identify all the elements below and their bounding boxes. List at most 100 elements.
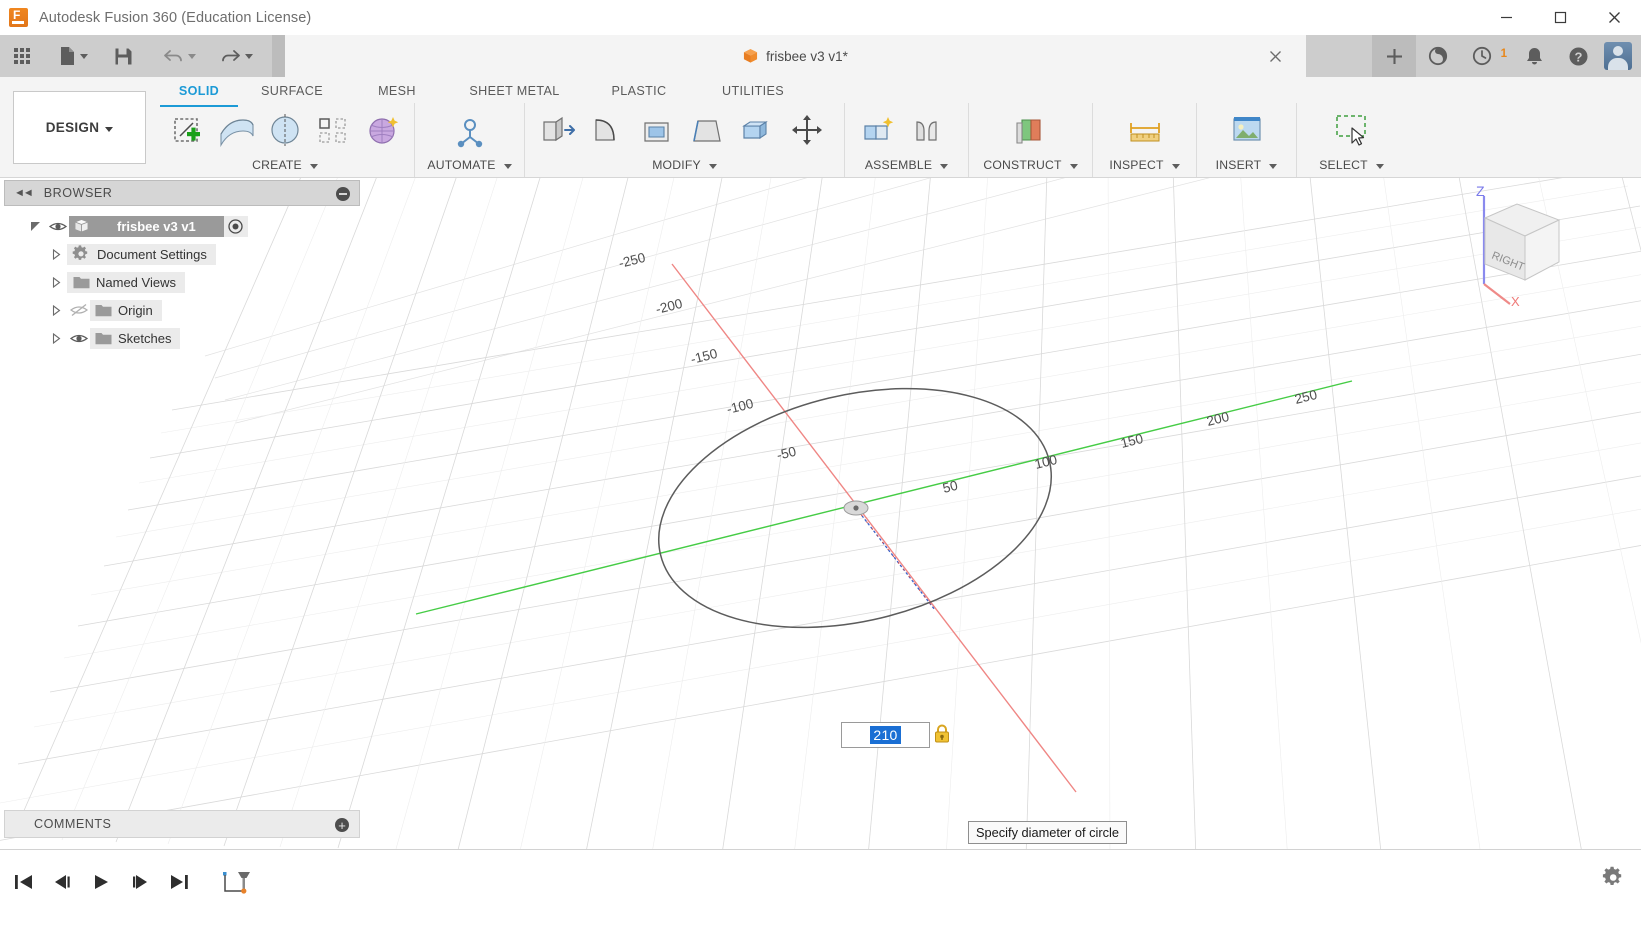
chevron-down-icon[interactable] [940,163,949,169]
pattern-tool[interactable] [309,106,358,156]
create-sketch-tool[interactable] [163,106,212,156]
expander-expanded-icon[interactable] [24,221,46,232]
fillet-icon[interactable] [582,106,632,156]
play-icon[interactable] [86,867,117,898]
select-window-icon[interactable] [1327,106,1377,156]
chevron-down-icon[interactable] [1375,163,1384,169]
visibility-eye-icon[interactable] [67,332,90,345]
tab-sheet-metal[interactable]: SHEET METAL [448,78,581,105]
offset-plane-icon[interactable] [1006,106,1056,156]
panel-label-select: SELECT [1319,158,1368,172]
chevron-down-icon [80,53,88,59]
minus-circle-icon[interactable] [336,187,350,201]
move-copy-icon[interactable] [782,106,832,156]
form-icon[interactable] [358,106,407,156]
svg-text:250: 250 [1293,387,1318,407]
document-tab[interactable]: frisbee v3 v1* [285,35,1306,77]
help-icon[interactable]: ? [1556,35,1600,77]
extrude-tool[interactable] [212,106,261,156]
close-icon[interactable] [1587,0,1641,35]
chevron-down-icon[interactable] [1269,163,1278,169]
minimize-icon[interactable] [1479,0,1533,35]
tree-item-frisbee[interactable]: frisbee v3 v1 [4,212,360,240]
lock-icon[interactable] [934,724,950,743]
expander-collapsed-icon[interactable] [45,248,67,260]
tab-surface[interactable]: SURFACE [238,78,346,105]
visibility-eye-hidden-icon[interactable] [67,303,90,317]
axis-label-z: Z [1476,183,1485,199]
visibility-eye-icon[interactable] [46,220,69,233]
step-forward-icon[interactable] [125,867,156,898]
panel-inspect: INSPECT [1092,103,1196,177]
diameter-input[interactable]: 210 [841,722,930,748]
extension-icon[interactable] [1416,35,1460,77]
clock-icon[interactable]: 1 [1460,35,1512,77]
svg-text:-50: -50 [775,444,798,463]
chevron-down-icon[interactable] [309,163,318,169]
chevron-down-icon [188,53,196,59]
grid-icon[interactable] [6,38,38,75]
skip-back-icon[interactable] [8,867,39,898]
comments-panel-header[interactable]: COMMENTS + [4,810,360,838]
tab-plastic[interactable]: PLASTIC [581,78,697,105]
folder-icon [95,305,112,317]
chevron-down-icon[interactable] [1069,163,1078,169]
expander-collapsed-icon[interactable] [45,276,67,288]
activate-component-radio[interactable] [223,215,248,237]
chevron-down-icon[interactable] [708,163,717,169]
panel-label-assemble: ASSEMBLE [864,158,933,172]
step-back-icon[interactable] [47,867,78,898]
folder-icon [95,333,112,345]
shell-icon[interactable] [632,106,682,156]
timeline-settings-gear-icon[interactable] [1602,866,1626,890]
tab-utilities[interactable]: UTILITIES [697,78,809,105]
press-pull-icon[interactable] [532,106,582,156]
tree-item-sketches[interactable]: Sketches [4,324,360,352]
automate-icon[interactable] [445,106,495,156]
insert-image-icon[interactable] [1222,106,1272,156]
panel-insert: INSERT [1196,103,1296,177]
redo-icon[interactable] [213,38,260,75]
chevron-down-icon[interactable] [1171,163,1180,169]
document-tab-label: frisbee v3 v1* [766,48,848,64]
save-icon[interactable] [107,38,140,75]
svg-text:50: 50 [941,478,959,496]
view-cube[interactable]: Z X RIGHT [1455,180,1585,310]
panel-select: SELECT [1296,103,1406,177]
new-component-icon[interactable] [852,106,902,156]
close-icon[interactable] [1266,47,1284,65]
skip-forward-icon[interactable] [164,867,195,898]
combine-icon[interactable] [732,106,782,156]
draft-icon[interactable] [682,106,732,156]
gear-icon [72,245,88,260]
tree-item-named-views[interactable]: Named Views [4,268,360,296]
tree-item-label: Document Settings [97,246,207,262]
chevron-down-icon [105,126,114,132]
chevron-down-icon[interactable] [503,163,512,169]
ribbon: DESIGN SOLID SURFACE MESH SHEET METAL PL… [0,77,1641,178]
undo-icon[interactable] [156,38,203,75]
tree-item-document-settings[interactable]: Document Settings [4,240,360,268]
bell-icon[interactable] [1512,35,1556,77]
window-controls [1479,0,1641,35]
expander-collapsed-icon[interactable] [45,332,67,344]
tab-mesh[interactable]: MESH [346,78,448,105]
tree-item-label: Origin [118,302,153,318]
joint-icon[interactable] [902,106,952,156]
maximize-icon[interactable] [1533,0,1587,35]
user-avatar[interactable] [1604,42,1632,70]
svg-text:-250: -250 [617,250,647,271]
revolve-tool[interactable] [261,106,310,156]
diameter-input-value: 210 [870,726,901,744]
plus-circle-icon[interactable]: + [335,818,349,832]
sketch-feature-icon[interactable] [215,862,255,902]
svg-text:150: 150 [1119,431,1144,451]
svg-text:-200: -200 [654,296,684,317]
workspace-selector[interactable]: DESIGN [13,91,146,164]
collapse-left-icon[interactable]: ◄◄ [14,187,34,199]
plus-icon[interactable] [1372,35,1416,77]
expander-collapsed-icon[interactable] [45,304,67,316]
tree-item-origin[interactable]: Origin [4,296,360,324]
file-icon[interactable] [52,38,95,75]
measure-icon[interactable] [1120,106,1170,156]
